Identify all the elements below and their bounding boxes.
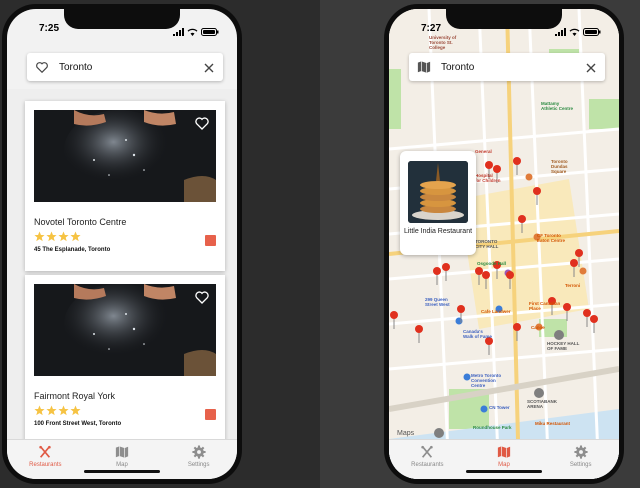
battery-icon xyxy=(201,23,219,41)
map-label-cafe: Cafe Landwer xyxy=(481,309,511,314)
map-label-cityhall: TORONTO CITY HALL xyxy=(475,239,499,249)
restaurant-callout[interactable]: Little India Restaurant xyxy=(400,151,476,255)
notch xyxy=(446,9,562,29)
status-icons xyxy=(173,23,219,41)
tab-settings[interactable]: Settings xyxy=(542,440,619,479)
map-label-canoe: Canoe xyxy=(531,325,545,330)
map-label-general: General xyxy=(475,149,492,154)
map-label-terroni: Terroni xyxy=(565,283,581,288)
maps-attribution[interactable]: Maps xyxy=(397,430,414,437)
restaurant-photo xyxy=(34,110,216,202)
tab-label: Map xyxy=(498,462,510,468)
favorite-heart-icon[interactable] xyxy=(194,289,210,305)
tab-map[interactable]: Map xyxy=(466,440,543,479)
restaurant-badge-icon xyxy=(205,235,216,246)
map-label-miku: Miku Restaurant xyxy=(535,421,571,426)
battery-icon xyxy=(583,23,601,41)
star-icon xyxy=(46,231,57,242)
star-icon xyxy=(58,231,69,242)
map-label-dundas: Toronto Dundas Square xyxy=(551,159,568,174)
star-icon xyxy=(34,405,45,416)
map-label-osgoode: Osgoode Hall xyxy=(477,261,507,266)
star-icon xyxy=(70,405,81,416)
park-area xyxy=(389,69,401,129)
home-indicator xyxy=(84,470,160,473)
tab-label: Restaurants xyxy=(29,462,62,468)
map-label-cntower: CN Tower xyxy=(489,405,510,410)
map-label-walkfame: Canada's Walk of Fame xyxy=(463,329,492,339)
restaurant-card[interactable]: Fairmont Royal York 100 Front Street Wes… xyxy=(25,275,225,443)
restaurant-name: Novotel Toronto Centre xyxy=(34,217,127,227)
tab-restaurants[interactable]: Restaurants xyxy=(389,440,466,479)
map-label-university: University of Toronto St. College xyxy=(429,35,457,50)
tab-settings[interactable]: Settings xyxy=(160,440,237,479)
close-icon[interactable] xyxy=(203,61,215,73)
cutlery-icon xyxy=(39,445,52,458)
star-icon xyxy=(70,231,81,242)
rating-stars xyxy=(34,405,81,416)
status-time: 7:25 xyxy=(39,23,60,34)
map-label-hockey: HOCKEY HALL OF FAME xyxy=(547,341,580,351)
map-label-roundhouse: Roundhouse Park xyxy=(473,425,512,430)
gear-icon xyxy=(192,445,206,459)
park-area xyxy=(589,99,619,129)
close-icon[interactable] xyxy=(585,61,597,73)
map-label-queen: 299 Queen Street West xyxy=(425,297,450,307)
tab-label: Settings xyxy=(569,462,592,468)
search-bar[interactable]: Toronto xyxy=(409,53,605,81)
tab-bar: Restaurants Map Settings xyxy=(389,439,619,479)
map-label-firstcanadian: First Canadian Place xyxy=(529,301,561,311)
restaurant-card[interactable]: Novotel Toronto Centre 45 The Esplanade,… xyxy=(25,101,225,271)
restaurant-name: Fairmont Royal York xyxy=(34,391,116,401)
cutlery-icon xyxy=(421,445,434,458)
map-label-scotiabank: SCOTIABANK ARENA xyxy=(527,399,557,409)
rating-stars xyxy=(34,231,81,242)
home-indicator xyxy=(466,470,542,473)
star-icon xyxy=(46,405,57,416)
restaurant-list[interactable]: Novotel Toronto Centre 45 The Esplanade,… xyxy=(7,89,237,443)
status-icons xyxy=(555,23,601,41)
favorite-heart-icon[interactable] xyxy=(194,115,210,131)
star-icon xyxy=(58,405,69,416)
search-bar[interactable]: Toronto xyxy=(27,53,223,81)
callout-photo xyxy=(408,161,468,223)
map-icon xyxy=(497,446,511,458)
search-input[interactable]: Toronto xyxy=(59,62,203,73)
map-label-convention: Metro Toronto Convention Centre xyxy=(471,373,502,388)
map-label-mattamy: Mattamy Athletic Centre xyxy=(541,101,574,111)
tab-label: Settings xyxy=(187,462,210,468)
tab-restaurants[interactable]: Restaurants xyxy=(7,440,84,479)
callout-name: Little India Restaurant xyxy=(403,228,473,235)
wifi-icon xyxy=(569,23,580,41)
map-icon xyxy=(115,446,129,458)
notch xyxy=(64,9,180,29)
status-time: 7:27 xyxy=(421,23,442,34)
star-icon xyxy=(34,231,45,242)
restaurant-address: 100 Front Street West, Toronto xyxy=(34,421,122,427)
restaurant-address: 45 The Esplanade, Toronto xyxy=(34,247,111,253)
map-icon[interactable] xyxy=(417,60,431,74)
heart-icon[interactable] xyxy=(35,60,49,74)
search-input[interactable]: Toronto xyxy=(441,62,585,73)
restaurants-screen: 7:25 Toronto Novotel Toronto Centre 45 T… xyxy=(7,9,237,479)
restaurant-photo xyxy=(34,284,216,376)
tab-label: Map xyxy=(116,462,128,468)
restaurant-badge-icon xyxy=(205,409,216,420)
phone-restaurants: 7:25 Toronto Novotel Toronto Centre 45 T… xyxy=(2,4,242,484)
tab-map[interactable]: Map xyxy=(84,440,161,479)
tab-label: Restaurants xyxy=(411,462,444,468)
phone-map: University of Toronto St. College Mattam… xyxy=(384,4,624,484)
map-label-hospital: Hospital for Children xyxy=(475,173,501,183)
gear-icon xyxy=(574,445,588,459)
map-label-eaton: CF Toronto Eaton Centre xyxy=(537,233,566,243)
map-screen: University of Toronto St. College Mattam… xyxy=(389,9,619,479)
wifi-icon xyxy=(187,23,198,41)
tab-bar: Restaurants Map Settings xyxy=(7,439,237,479)
